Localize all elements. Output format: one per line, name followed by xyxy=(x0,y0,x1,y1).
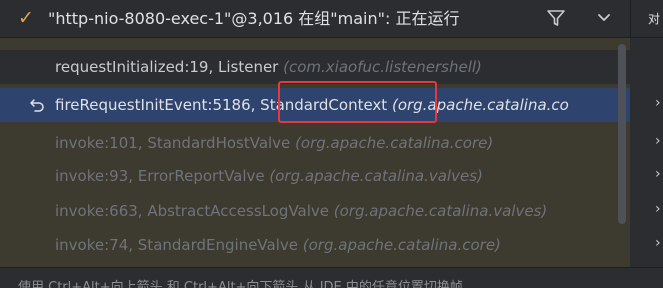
frame-package: (org.apache.catalina.valves) xyxy=(269,167,483,185)
frame-text: invoke:101, StandardHostValve (org.apach… xyxy=(55,126,493,160)
frame-method: invoke:74, StandardEngineValve xyxy=(55,236,303,254)
frame-package: (org.apache.catalina.valves) xyxy=(333,202,548,220)
frame-text: invoke:93, ErrorReportValve (org.apache.… xyxy=(55,159,483,193)
frame-row-selected[interactable]: fireRequestInitEvent:5186, StandardConte… xyxy=(0,88,630,122)
chevron-right-icon[interactable]: › xyxy=(655,133,661,149)
frame-text: requestInitialized:19, Listener (com.xia… xyxy=(55,50,482,84)
stack-frames-list[interactable]: requestInitialized:19, Listener (com.xia… xyxy=(0,38,663,267)
header-right-label: 对 xyxy=(648,12,661,26)
frame-row[interactable]: invoke:101, StandardHostValve (org.apach… xyxy=(0,126,630,160)
chevron-right-icon[interactable]: › xyxy=(655,95,661,111)
frame-text: invoke:663, AbstractAccessLogValve (org.… xyxy=(55,194,547,228)
frame-method: requestInitialized:19, Listener xyxy=(55,58,279,76)
chevron-right-icon[interactable]: › xyxy=(655,166,661,182)
frame-row[interactable]: invoke:663, AbstractAccessLogValve (org.… xyxy=(0,194,630,228)
header-divider xyxy=(630,0,631,38)
return-arrow-icon xyxy=(30,99,44,112)
chevron-right-icon[interactable]: › xyxy=(655,201,661,217)
frame-method: invoke:101, StandardHostValve xyxy=(55,134,296,152)
hint-text: 使用 Ctrl+Alt+向上箭头 和 Ctrl+Alt+向下箭头 从 IDE 中… xyxy=(18,280,463,288)
frame-row[interactable]: invoke:93, ErrorReportValve (org.apache.… xyxy=(0,159,630,193)
frame-method: fireRequestInitEvent:5186, xyxy=(55,96,261,114)
frame-row[interactable]: requestInitialized:19, Listener (com.xia… xyxy=(0,50,630,84)
frame-text: fireRequestInitEvent:5186, StandardConte… xyxy=(55,88,569,122)
frame-package: (org.apache.catalina.core) xyxy=(295,134,494,152)
frame-text: invoke:74, StandardEngineValve (org.apac… xyxy=(55,228,501,262)
frame-class-highlight: StandardContext xyxy=(260,96,388,114)
right-gutter: › › › › › xyxy=(630,38,663,267)
vertical-scrollbar[interactable] xyxy=(618,44,626,224)
frame-package: (org.apache.catalina.core) xyxy=(302,236,501,254)
debugger-frames-panel: ✓ "http-nio-8080-exec-1"@3,016 在组"main":… xyxy=(0,0,663,288)
status-hint: 使用 Ctrl+Alt+向上箭头 和 Ctrl+Alt+向下箭头 从 IDE 中… xyxy=(0,267,663,288)
frame-method: invoke:663, AbstractAccessLogValve xyxy=(55,202,334,220)
thread-header[interactable]: ✓ "http-nio-8080-exec-1"@3,016 在组"main":… xyxy=(0,0,663,38)
check-icon: ✓ xyxy=(18,7,34,29)
frame-package: (com.xiaofuc.listenershell) xyxy=(283,58,482,76)
filter-icon[interactable] xyxy=(546,8,566,28)
chevron-right-icon[interactable]: › xyxy=(655,235,661,251)
thread-title[interactable]: "http-nio-8080-exec-1"@3,016 在组"main": 正… xyxy=(48,9,459,29)
chevron-down-icon[interactable] xyxy=(596,9,612,25)
frame-package: (org.apache.catalina.co xyxy=(391,96,569,114)
frame-method: invoke:93, ErrorReportValve xyxy=(55,167,270,185)
frame-row[interactable]: invoke:74, StandardEngineValve (org.apac… xyxy=(0,228,630,262)
